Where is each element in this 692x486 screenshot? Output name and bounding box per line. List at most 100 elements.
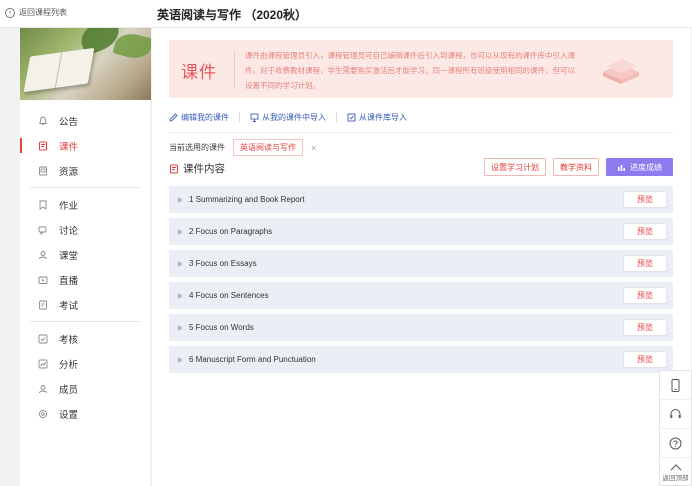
assessment-icon	[38, 334, 48, 343]
sidebar-item-homework[interactable]: 作业	[20, 192, 150, 217]
mobile-app-button[interactable]	[660, 371, 691, 400]
chapter-row[interactable]: 5 Focus on Words 预览	[169, 314, 673, 341]
customer-service-button[interactable]	[660, 400, 691, 429]
discussion-icon	[38, 226, 47, 235]
sidebar-item-courseware[interactable]: 课件	[20, 133, 150, 158]
expand-triangle-icon[interactable]	[178, 292, 183, 299]
help-button[interactable]	[660, 429, 691, 458]
chevron-up-icon	[670, 463, 681, 470]
floating-toolbar: 返回顶部	[659, 370, 692, 486]
progress-grades-button[interactable]: 进度成绩	[606, 158, 673, 176]
bell-icon	[39, 116, 47, 125]
back-to-course-list-link[interactable]: ‹ 返回课程列表	[5, 7, 67, 18]
sidebar-item-analysis[interactable]: 分析	[20, 351, 150, 376]
expand-triangle-icon[interactable]	[178, 196, 183, 203]
sidebar-item-label: 直播	[59, 275, 79, 287]
back-to-top-label: 返回顶部	[662, 474, 689, 482]
chapter-name: 2 Focus on Paragraphs	[189, 227, 273, 236]
edit-my-courseware-link[interactable]: 编辑我的课件	[169, 112, 239, 123]
current-courseware-tag[interactable]: 英语阅读与写作	[233, 139, 303, 156]
sidebar-item-label: 公告	[59, 116, 79, 128]
courseware-actions: 编辑我的课件 从我的课件中导入 从课件库导入	[169, 112, 417, 123]
course-cover-image	[20, 28, 151, 100]
content-title: 课件内容	[183, 163, 225, 175]
courseware-info-banner: 课件 课件由课程管理员引入，课程管理员可自己编辑课件后引入到课程，也可以从现有的…	[169, 40, 673, 98]
expand-triangle-icon[interactable]	[178, 228, 183, 235]
phone-icon	[671, 378, 680, 392]
teaching-materials-button[interactable]: 教学资料	[553, 158, 599, 176]
homework-icon	[39, 200, 47, 210]
sidebar-item-discussion[interactable]: 讨论	[20, 217, 150, 242]
sidebar-item-label: 作业	[59, 200, 79, 212]
chapter-row[interactable]: 3 Focus on Essays 预览	[169, 250, 673, 277]
banner-description: 课件由课程管理员引入，课程管理员可自己编辑课件后引入到课程，也可以从现有的课件库…	[245, 51, 575, 90]
current-courseware: 当前选用的课件 英语阅读与写作 ×	[169, 139, 316, 156]
close-icon[interactable]: ×	[311, 143, 316, 153]
preview-button[interactable]: 预览	[623, 223, 667, 240]
course-title: 英语阅读与写作 （2020秋）	[157, 8, 308, 22]
chapter-row[interactable]: 2 Focus on Paragraphs 预览	[169, 218, 673, 245]
sidebar-divider	[30, 321, 140, 322]
sidebar-item-exam[interactable]: 考试	[20, 292, 150, 317]
chapter-name: 1 Summarizing and Book Report	[189, 195, 305, 204]
resource-icon	[39, 166, 47, 175]
sidebar-divider	[30, 187, 140, 188]
classroom-icon	[39, 250, 47, 259]
courseware-icon	[39, 141, 47, 150]
back-to-top-button[interactable]: 返回顶部	[660, 458, 691, 486]
preview-button[interactable]: 预览	[623, 191, 667, 208]
chapter-name: 3 Focus on Essays	[189, 259, 257, 268]
import-from-library-link[interactable]: 从课件库导入	[336, 112, 417, 123]
sidebar-item-label: 讨论	[59, 225, 79, 237]
sidebar-item-label: 考试	[59, 300, 79, 312]
expand-triangle-icon[interactable]	[178, 356, 183, 363]
banner-title: 课件	[181, 63, 217, 82]
sidebar-item-classroom[interactable]: 课堂	[20, 242, 150, 267]
back-label: 返回课程列表	[19, 8, 67, 17]
preview-button[interactable]: 预览	[623, 319, 667, 336]
sidebar-item-announcement[interactable]: 公告	[20, 108, 150, 133]
sidebar-item-label: 考核	[59, 334, 79, 346]
sidebar-item-settings[interactable]: 设置	[20, 401, 150, 426]
top-bar: ‹ 返回课程列表 英语阅读与写作 （2020秋）	[0, 0, 692, 28]
chapter-row[interactable]: 4 Focus on Sentences 预览	[169, 282, 673, 309]
chapter-name: 4 Focus on Sentences	[189, 291, 269, 300]
sidebar-item-members[interactable]: 成员	[20, 376, 150, 401]
exam-icon	[39, 300, 47, 309]
expand-triangle-icon[interactable]	[178, 260, 183, 267]
back-arrow-icon: ‹	[5, 7, 15, 18]
current-courseware-label: 当前选用的课件	[169, 143, 225, 152]
books-illustration-icon	[603, 59, 639, 84]
sidebar-item-live[interactable]: 直播	[20, 267, 150, 292]
sidebar-nav: 公告 课件 资源 作业 讨论 课堂 直播 考试 考核 分析 成员 设置	[20, 100, 150, 426]
sidebar-item-label: 分析	[59, 359, 79, 371]
set-study-plan-button[interactable]: 设置学习计划	[484, 158, 546, 176]
edit-icon	[169, 113, 178, 122]
edit-my-courseware-label: 编辑我的课件	[181, 113, 229, 122]
expand-triangle-icon[interactable]	[178, 324, 183, 331]
sidebar-item-label: 课堂	[59, 250, 79, 262]
main-content: 课件 课件由课程管理员引入，课程管理员可自己编辑课件后引入到课程，也可以从现有的…	[152, 28, 691, 486]
analysis-icon	[38, 359, 48, 368]
progress-grades-label: 进度成绩	[630, 162, 662, 172]
sidebar-item-assessment[interactable]: 考核	[20, 326, 150, 351]
import-from-my-courseware-label: 从我的课件中导入	[262, 113, 326, 122]
bar-chart-icon	[618, 164, 625, 171]
import-icon	[250, 113, 259, 122]
chapter-name: 5 Focus on Words	[189, 323, 254, 332]
preview-button[interactable]: 预览	[623, 351, 667, 368]
chapter-row[interactable]: 6 Manuscript Form and Punctuation 预览	[169, 346, 673, 373]
sidebar-item-label: 设置	[59, 409, 79, 421]
question-icon	[669, 437, 682, 449]
import-from-my-courseware-link[interactable]: 从我的课件中导入	[239, 112, 336, 123]
preview-button[interactable]: 预览	[623, 287, 667, 304]
settings-icon	[38, 409, 48, 418]
sidebar: 公告 课件 资源 作业 讨论 课堂 直播 考试 考核 分析 成员 设置	[20, 28, 151, 486]
chapter-row[interactable]: 1 Summarizing and Book Report 预览	[169, 186, 673, 213]
sidebar-item-resource[interactable]: 资源	[20, 158, 150, 183]
chapter-list: 1 Summarizing and Book Report 预览 2 Focus…	[169, 186, 673, 378]
sidebar-item-label: 课件	[59, 141, 79, 153]
preview-button[interactable]: 预览	[623, 255, 667, 272]
live-icon	[38, 276, 48, 284]
chapter-name: 6 Manuscript Form and Punctuation	[189, 355, 316, 364]
